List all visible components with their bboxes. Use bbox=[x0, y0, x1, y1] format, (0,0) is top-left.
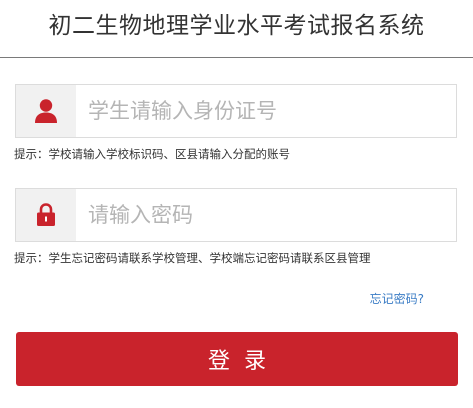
username-field[interactable] bbox=[15, 84, 457, 138]
login-button[interactable]: 登录 bbox=[16, 332, 458, 386]
password-hint: 提示：学生忘记密码请联系学校管理、学校端忘记密码请联系区县管理 bbox=[14, 251, 371, 265]
username-input[interactable] bbox=[76, 85, 456, 137]
page-title: 初二生物地理学业水平考试报名系统 bbox=[48, 13, 425, 39]
password-input[interactable] bbox=[76, 189, 456, 241]
password-field[interactable] bbox=[15, 188, 457, 242]
lock-icon-glyph bbox=[37, 203, 55, 226]
user-icon-glyph bbox=[35, 99, 57, 123]
forgot-password-link[interactable]: 忘记密码? bbox=[370, 291, 424, 307]
lock-icon bbox=[16, 189, 76, 241]
title-divider bbox=[0, 57, 473, 58]
user-icon bbox=[16, 85, 76, 137]
username-hint: 提示：学校请输入学校标识码、区县请输入分配的账号 bbox=[14, 147, 290, 161]
login-page: 初二生物地理学业水平考试报名系统 提示：学校请输入学校标识码、区县请输入分配的账… bbox=[0, 0, 473, 408]
